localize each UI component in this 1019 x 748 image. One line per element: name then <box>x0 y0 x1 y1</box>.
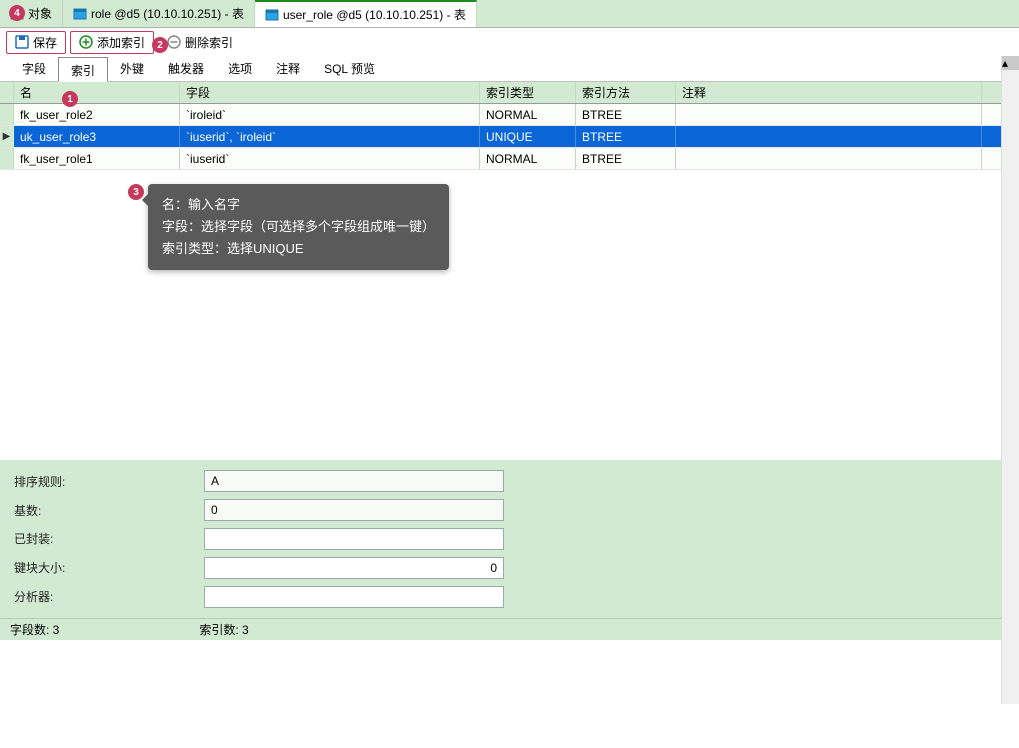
cell-name[interactable]: fk_user_role1 <box>14 148 180 169</box>
status-index-count: 索引数: 3 <box>199 621 248 638</box>
cell-type[interactable]: NORMAL <box>480 148 576 169</box>
index-properties: 排序规则: 基数: 已封装: 键块大小: 分析器: <box>0 460 1019 618</box>
table-icon <box>73 7 87 21</box>
tab-role[interactable]: role @d5 (10.10.10.251) - 表 <box>63 0 255 27</box>
col-fields[interactable]: 字段 <box>180 82 480 103</box>
tooltip-line: 名：输入名字 <box>162 194 435 216</box>
prop-sort-label: 排序规则: <box>14 473 204 490</box>
row-handle[interactable] <box>0 148 14 169</box>
cell-fields[interactable]: `iuserid`, `iroleid` <box>180 126 480 147</box>
annotation-badge-1: 1 <box>62 91 78 107</box>
prop-cardinality-label: 基数: <box>14 502 204 519</box>
cell-name[interactable]: uk_user_role3 <box>14 126 180 147</box>
cell-method[interactable]: BTREE <box>576 104 676 125</box>
subtab-fields[interactable]: 字段 <box>10 56 58 81</box>
subtab-indexes[interactable]: 索引 <box>58 57 108 82</box>
prop-parser-value[interactable] <box>204 586 504 608</box>
delete-index-button[interactable]: 删除索引 <box>158 31 242 54</box>
cell-fields[interactable]: `iuserid` <box>180 148 480 169</box>
tooltip-line: 字段：选择字段（可选择多个字段组成唯一键） <box>162 216 435 238</box>
tab-label: role @d5 (10.10.10.251) - 表 <box>91 5 244 22</box>
save-button[interactable]: 保存 <box>6 31 66 54</box>
prop-cardinality-value[interactable] <box>204 499 504 521</box>
grid-body: fk_user_role2 `iroleid` NORMAL BTREE ▶ u… <box>0 104 1019 460</box>
save-label: 保存 <box>33 34 57 51</box>
status-field-count: 字段数: 3 <box>10 621 59 638</box>
cell-comment[interactable] <box>676 148 982 169</box>
col-method[interactable]: 索引方法 <box>576 82 676 103</box>
tab-label: 对象 <box>28 5 52 22</box>
scroll-up-button[interactable]: ▴ <box>1002 56 1019 70</box>
add-index-button[interactable]: 添加索引 <box>70 31 154 54</box>
add-index-label: 添加索引 <box>97 34 145 51</box>
prop-packed-label: 已封装: <box>14 530 204 547</box>
vertical-scrollbar[interactable]: ▴ <box>1001 56 1019 704</box>
prop-sort-value[interactable] <box>204 470 504 492</box>
delete-index-label: 删除索引 <box>185 34 233 51</box>
row-handle[interactable]: ▶ <box>0 126 14 147</box>
row-handle[interactable] <box>0 104 14 125</box>
document-tabs: 对象 role @d5 (10.10.10.251) - 表 user_role… <box>0 0 1019 28</box>
cell-method[interactable]: BTREE <box>576 148 676 169</box>
index-grid: 名 字段 索引类型 索引方法 注释 fk_user_role2 `iroleid… <box>0 82 1019 460</box>
grid-row[interactable]: fk_user_role2 `iroleid` NORMAL BTREE <box>0 104 1019 126</box>
col-name[interactable]: 名 <box>14 82 180 103</box>
row-handle-header <box>0 82 14 103</box>
subtab-options[interactable]: 选项 <box>216 56 264 81</box>
tab-label: user_role @d5 (10.10.10.251) - 表 <box>283 6 466 23</box>
subtab-comment[interactable]: 注释 <box>264 56 312 81</box>
cell-method[interactable]: BTREE <box>576 126 676 147</box>
grid-row[interactable]: ▶ uk_user_role3 `iuserid`, `iroleid` UNI… <box>0 126 1019 148</box>
save-icon <box>15 35 29 49</box>
tab-user-role[interactable]: user_role @d5 (10.10.10.251) - 表 <box>255 0 477 27</box>
grid-row[interactable]: fk_user_role1 `iuserid` NORMAL BTREE <box>0 148 1019 170</box>
cell-fields[interactable]: `iroleid` <box>180 104 480 125</box>
annotation-badge-4: 4 <box>9 5 25 21</box>
grid-header: 名 字段 索引类型 索引方法 注释 <box>0 82 1019 104</box>
tooltip-line: 索引类型：选择UNIQUE <box>162 238 435 260</box>
annotation-badge-2: 2 <box>152 37 168 53</box>
subtab-sql[interactable]: SQL 预览 <box>312 56 387 81</box>
status-bar: 字段数: 3 索引数: 3 <box>0 618 1019 640</box>
table-icon <box>265 8 279 22</box>
hint-tooltip: 名：输入名字 字段：选择字段（可选择多个字段组成唯一键） 索引类型：选择UNIQ… <box>148 184 449 270</box>
cell-comment[interactable] <box>676 126 982 147</box>
subtab-fks[interactable]: 外键 <box>108 56 156 81</box>
prop-block-label: 键块大小: <box>14 559 204 576</box>
subtab-triggers[interactable]: 触发器 <box>156 56 216 81</box>
minus-icon <box>167 35 181 49</box>
cell-type[interactable]: UNIQUE <box>480 126 576 147</box>
cell-comment[interactable] <box>676 104 982 125</box>
cell-type[interactable]: NORMAL <box>480 104 576 125</box>
cell-name[interactable]: fk_user_role2 <box>14 104 180 125</box>
plus-icon <box>79 35 93 49</box>
col-comment[interactable]: 注释 <box>676 82 982 103</box>
annotation-badge-3: 3 <box>128 184 144 200</box>
prop-packed-value[interactable] <box>204 528 504 550</box>
prop-block-value[interactable] <box>204 557 504 579</box>
designer-tabs: 字段 索引 外键 触发器 选项 注释 SQL 预览 <box>0 56 1019 82</box>
prop-parser-label: 分析器: <box>14 588 204 605</box>
col-type[interactable]: 索引类型 <box>480 82 576 103</box>
